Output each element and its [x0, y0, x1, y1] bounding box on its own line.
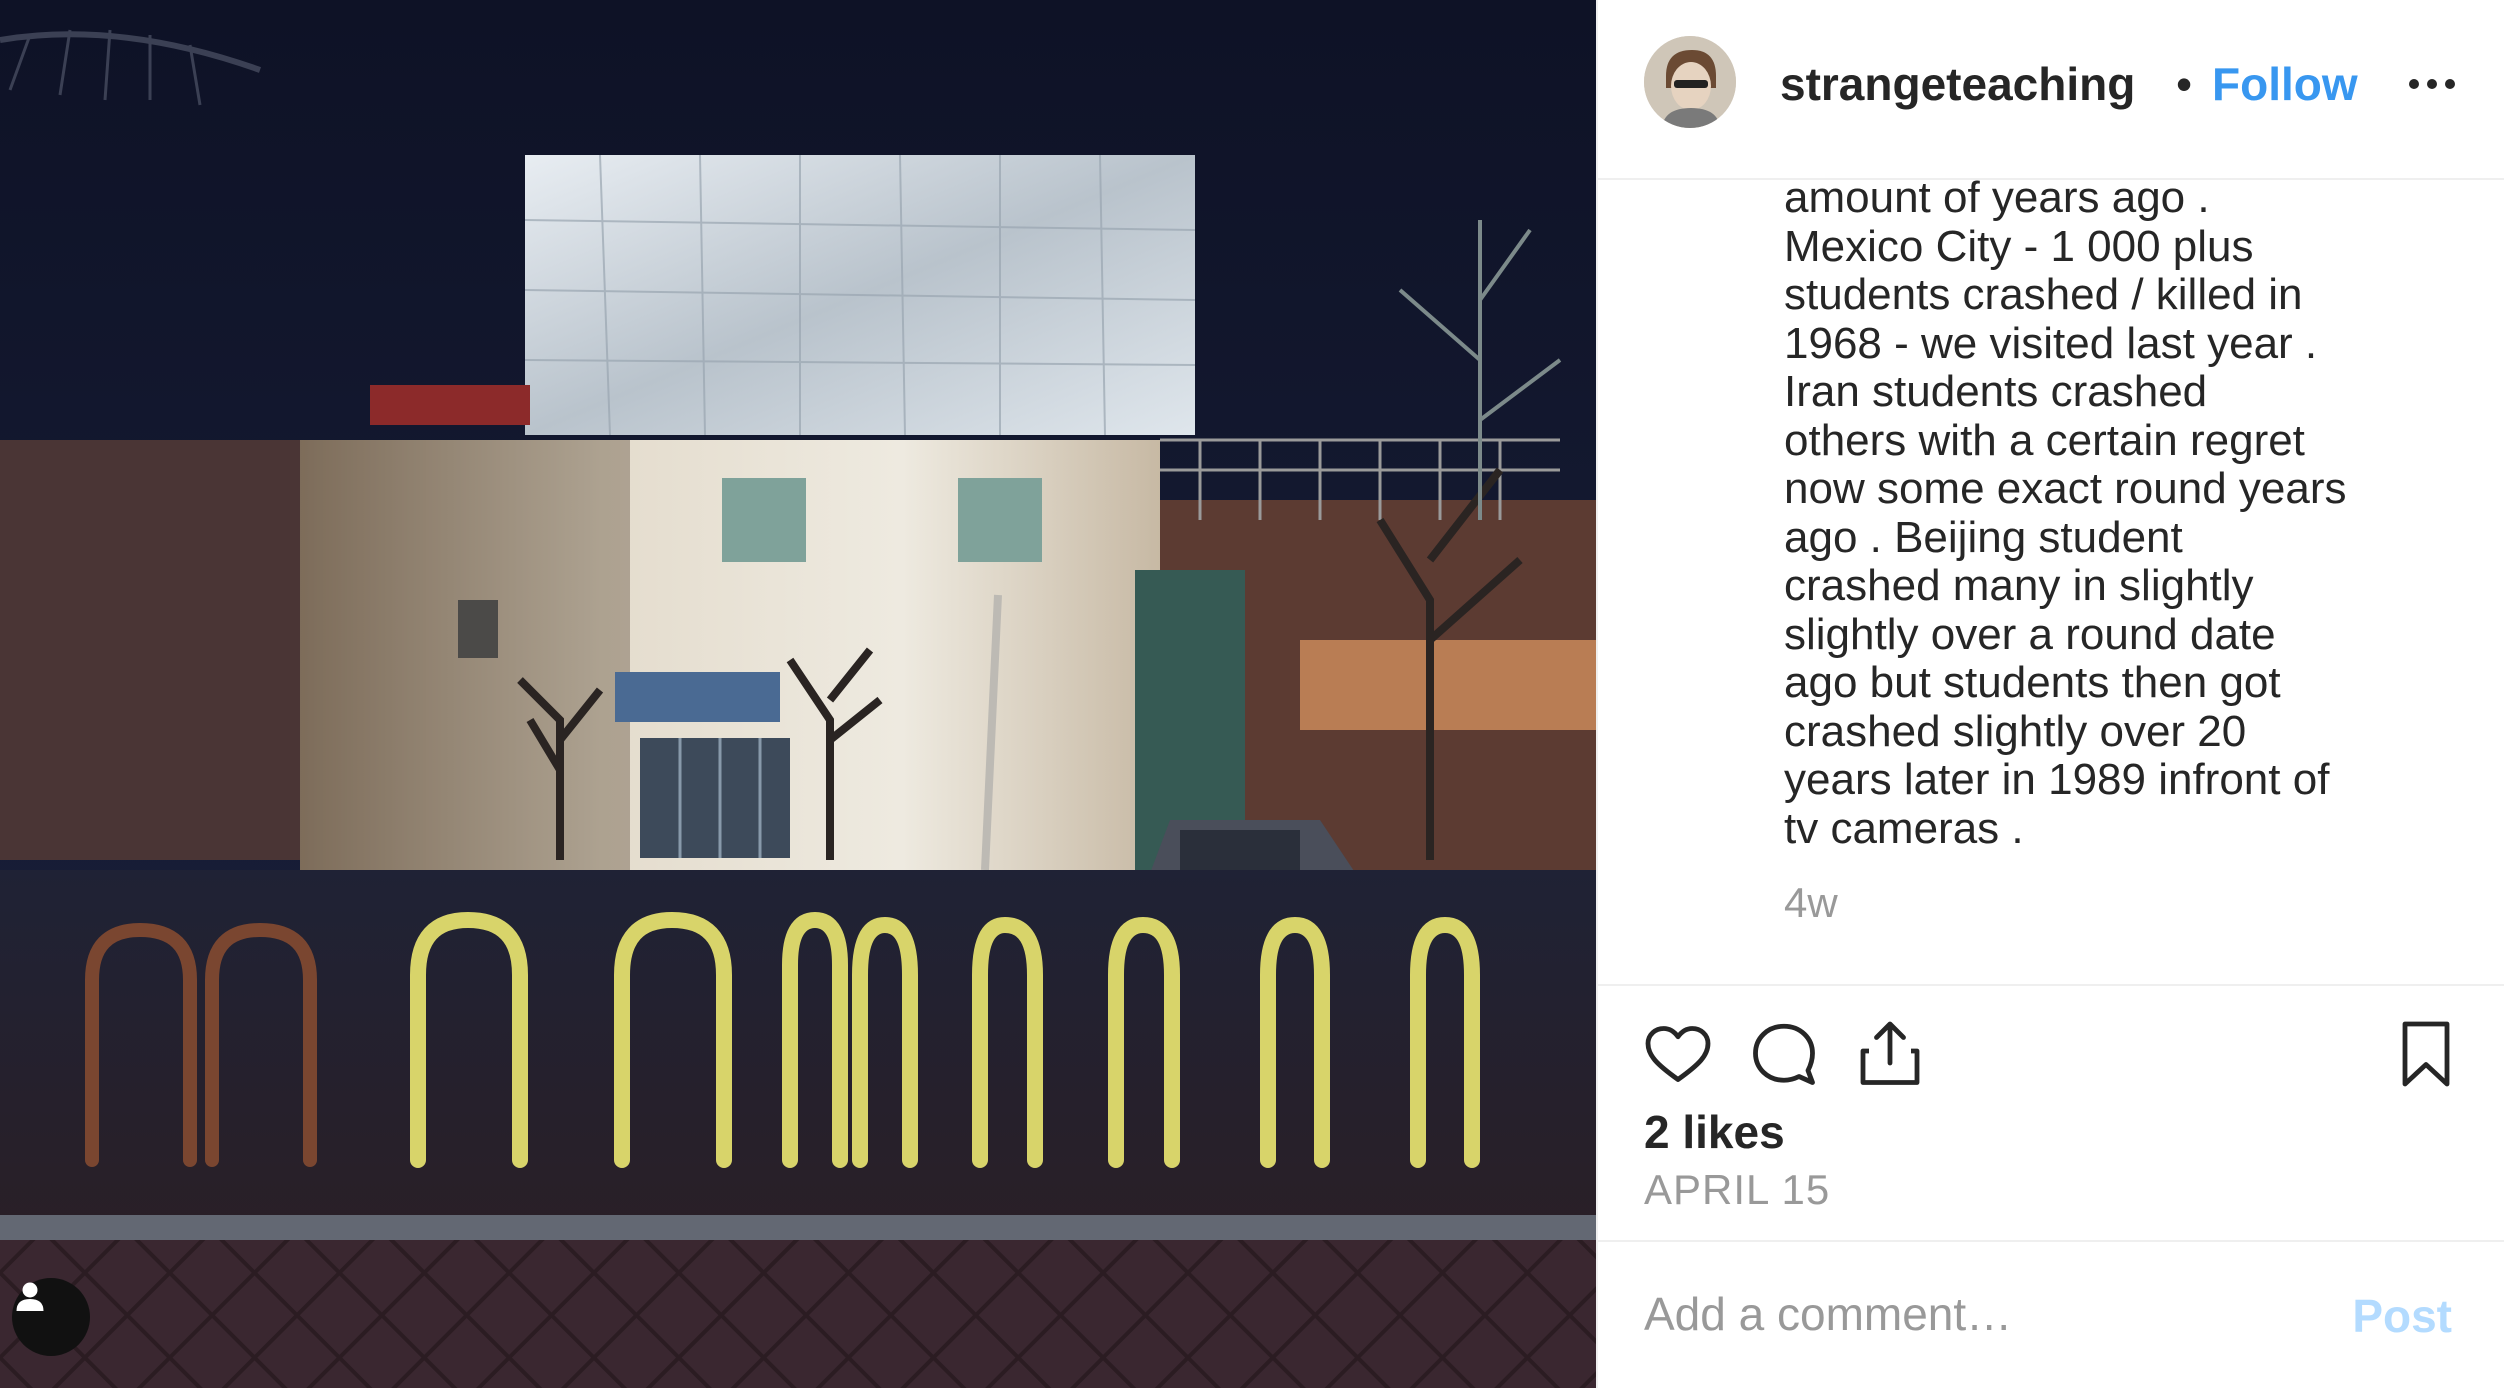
caption-line: slightly over a round date [1784, 609, 2276, 659]
caption-section: amount of years ago . Mexico City - 1 00… [1598, 180, 2504, 986]
post-date[interactable]: APRIL 15 [1644, 1164, 1830, 1216]
user-tag-icon [16, 1282, 44, 1311]
avatar[interactable] [1644, 36, 1736, 128]
heart-icon [1645, 1026, 1711, 1082]
header-separator: • [2176, 58, 2193, 110]
bookmark-icon [2402, 1021, 2450, 1087]
save-button[interactable] [2390, 1018, 2462, 1090]
post-photo[interactable] [0, 0, 1596, 1388]
comment-button[interactable] [1748, 1018, 1820, 1090]
comment-form: Post [1598, 1242, 2504, 1388]
caption-line: 1968 - we visited last year . [1784, 318, 2318, 368]
follow-button[interactable]: Follow [2212, 56, 2358, 112]
caption-line: crashed slightly over 20 [1784, 706, 2247, 756]
avatar-image [1644, 36, 1736, 128]
caption-text: amount of years ago . Mexico City - 1 00… [1784, 180, 2484, 853]
caption-line: amount of years ago . [1784, 180, 2210, 222]
caption-line: ago . Beijing student [1784, 512, 2183, 562]
time-ago[interactable]: 4w [1784, 878, 1838, 928]
ellipsis-icon [2409, 79, 2455, 89]
caption-line: Mexico City - 1 000 plus [1784, 221, 2254, 271]
photo-illustration [0, 0, 1596, 1388]
caption-line: now some exact round years [1784, 464, 2347, 513]
share-icon [1860, 1021, 1920, 1085]
username-link[interactable]: strangeteaching [1780, 56, 2172, 112]
likes-count[interactable]: 2 likes [1644, 1104, 1785, 1160]
comment-input[interactable] [1644, 1282, 2344, 1346]
post-header: strangeteaching • Follow [1598, 0, 2504, 180]
share-button[interactable] [1854, 1018, 1926, 1090]
user-tag-button[interactable] [12, 1278, 90, 1356]
post-comment-button[interactable]: Post [2352, 1288, 2452, 1344]
caption-line: crashed many in slightly [1784, 561, 2254, 610]
caption-line: Iran students crashed [1784, 367, 2208, 416]
caption-line: others with a certain regret [1784, 415, 2305, 465]
comment-icon [1753, 1023, 1815, 1085]
action-bar: 2 likes APRIL 15 [1598, 986, 2504, 1242]
post-side-panel: strangeteaching • Follow amount of years… [1596, 0, 2504, 1388]
caption-line: ago but students then got [1784, 658, 2281, 707]
caption-line: years later in 1989 infront of [1784, 755, 2330, 804]
caption-line: tv cameras . [1784, 803, 2024, 853]
like-button[interactable] [1642, 1018, 1714, 1090]
caption-line: students crashed / killed in [1784, 270, 2303, 319]
more-options-button[interactable] [2406, 64, 2458, 104]
